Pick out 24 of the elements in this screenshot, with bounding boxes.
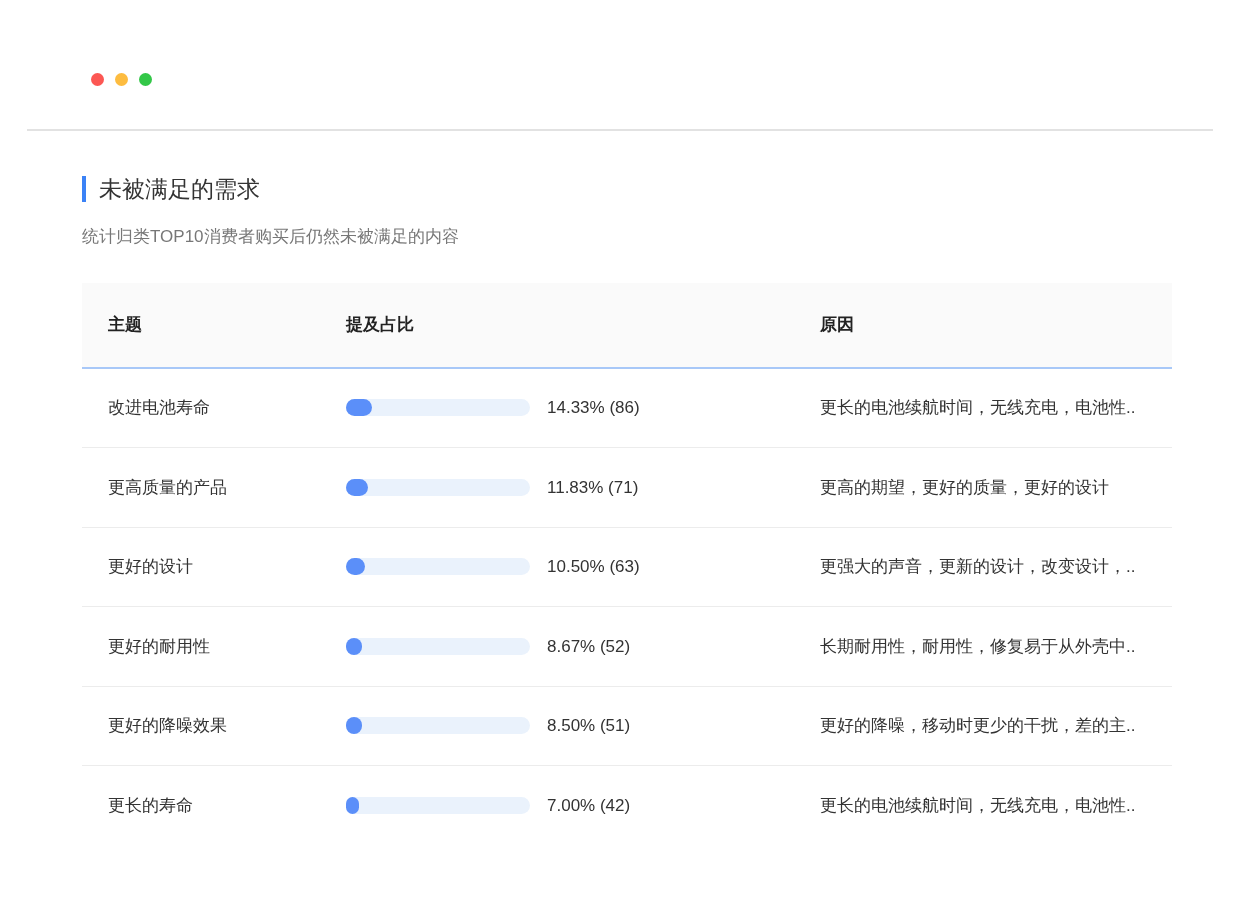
table-cell-text: 更高的期望，更好的质量，更好的设计 bbox=[820, 476, 1109, 499]
table-cell-text: 更好的降噪，移动时更少的干扰，差的主.. bbox=[820, 715, 1136, 737]
percentage-reading: 8.50% (51) bbox=[547, 715, 631, 737]
table-cell-text: 长期耐用性，耐用性，修复易于从外壳中.. bbox=[820, 635, 1136, 658]
section-subtitle: 统计归类TOP10消费者购买后仍然未被满足的内容 bbox=[82, 226, 460, 248]
percentage-reading: 10.50% (63) bbox=[547, 556, 640, 578]
table-cell-text: 更好的耐用性 bbox=[108, 635, 210, 658]
accent-bar bbox=[82, 176, 86, 202]
table-cell-text: 改进电池寿命 bbox=[108, 397, 210, 419]
table-cell-text: 更强大的声音，更新的设计，改变设计，.. bbox=[820, 556, 1136, 578]
percentage-reading: 11.83% (71) bbox=[547, 476, 639, 499]
percentage-reading: 14.33% (86) bbox=[547, 397, 640, 419]
table-cell-text: 更长的寿命 bbox=[108, 795, 193, 817]
column-header: 主题 bbox=[108, 313, 142, 336]
table-cell-text: 更高质量的产品 bbox=[108, 476, 227, 499]
table-cell-text: 更好的设计 bbox=[108, 556, 193, 578]
percentage-reading: 7.00% (42) bbox=[547, 795, 631, 817]
table-cell-text: 更长的电池续航时间，无线充电，电池性.. bbox=[820, 795, 1136, 817]
column-header: 提及占比 bbox=[346, 313, 414, 336]
section-title: 未被满足的需求 bbox=[99, 177, 260, 201]
table-cell-text: 更长的电池续航时间，无线充电，电池性.. bbox=[820, 397, 1136, 419]
column-header: 原因 bbox=[820, 313, 854, 336]
percentage-reading: 8.67% (52) bbox=[547, 635, 631, 658]
table-cell-text: 更好的降噪效果 bbox=[108, 715, 227, 737]
